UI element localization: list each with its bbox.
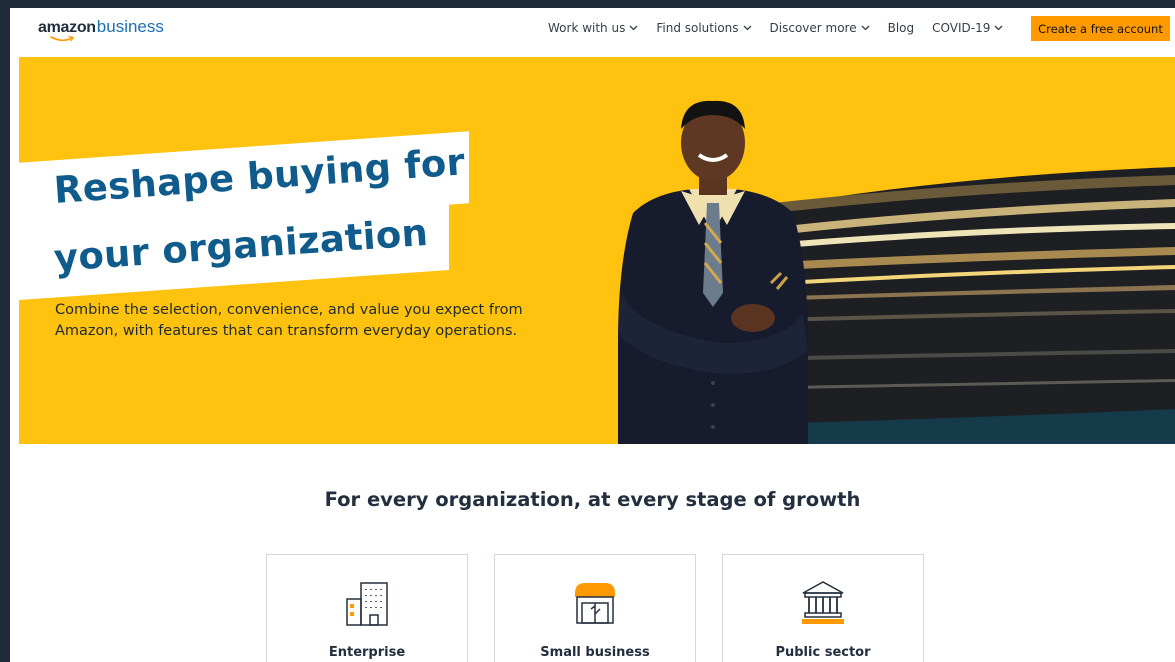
chevron-down-icon — [743, 25, 751, 31]
create-account-button[interactable]: Create a free account — [1031, 16, 1170, 41]
office-building-icon — [346, 582, 388, 626]
nav-blog[interactable]: Blog — [888, 21, 915, 35]
nav-item-label: Find solutions — [656, 21, 739, 35]
nav-discover-more[interactable]: Discover more — [770, 21, 870, 35]
nav-covid-19[interactable]: COVID-19 — [932, 21, 1003, 35]
top-navigation-bar: amazon business Work with us Find soluti… — [10, 8, 1175, 48]
hero-person-image — [618, 100, 808, 444]
card-label: Small business — [540, 645, 650, 660]
chevron-down-icon — [994, 25, 1003, 31]
nav-item-label: Discover more — [769, 21, 857, 35]
logo-word-business: business — [96, 17, 164, 36]
card-small-business[interactable]: Small business — [494, 554, 696, 662]
section-heading: For every organization, at every stage o… — [324, 488, 861, 511]
amazon-business-logo[interactable]: amazon business — [38, 17, 164, 42]
card-label: Public sector — [775, 645, 871, 660]
hero-banner: Reshape buying for your organization Com… — [19, 57, 1175, 444]
nav-work-with-us[interactable]: Work with us — [548, 21, 638, 35]
card-label: Enterprise — [328, 645, 406, 660]
page-frame: amazon business Work with us Find soluti… — [10, 8, 1175, 662]
nav-item-label: Blog — [887, 21, 915, 35]
nav-item-label: COVID-19 — [932, 21, 991, 35]
amazon-smile-icon — [50, 35, 75, 42]
chevron-down-icon — [861, 25, 870, 31]
card-public-sector[interactable]: Public sector — [722, 554, 924, 662]
main-nav: Work with us Find solutions Discover mor… — [548, 8, 1003, 48]
hero-description: Combine the selection, convenience, and … — [55, 302, 523, 339]
card-enterprise[interactable]: Enterprise — [266, 554, 468, 662]
nav-find-solutions[interactable]: Find solutions — [656, 21, 751, 35]
government-building-icon — [802, 581, 844, 624]
nav-item-label: Work with us — [548, 21, 626, 35]
chevron-down-icon — [629, 25, 638, 31]
storefront-icon — [575, 583, 615, 624]
